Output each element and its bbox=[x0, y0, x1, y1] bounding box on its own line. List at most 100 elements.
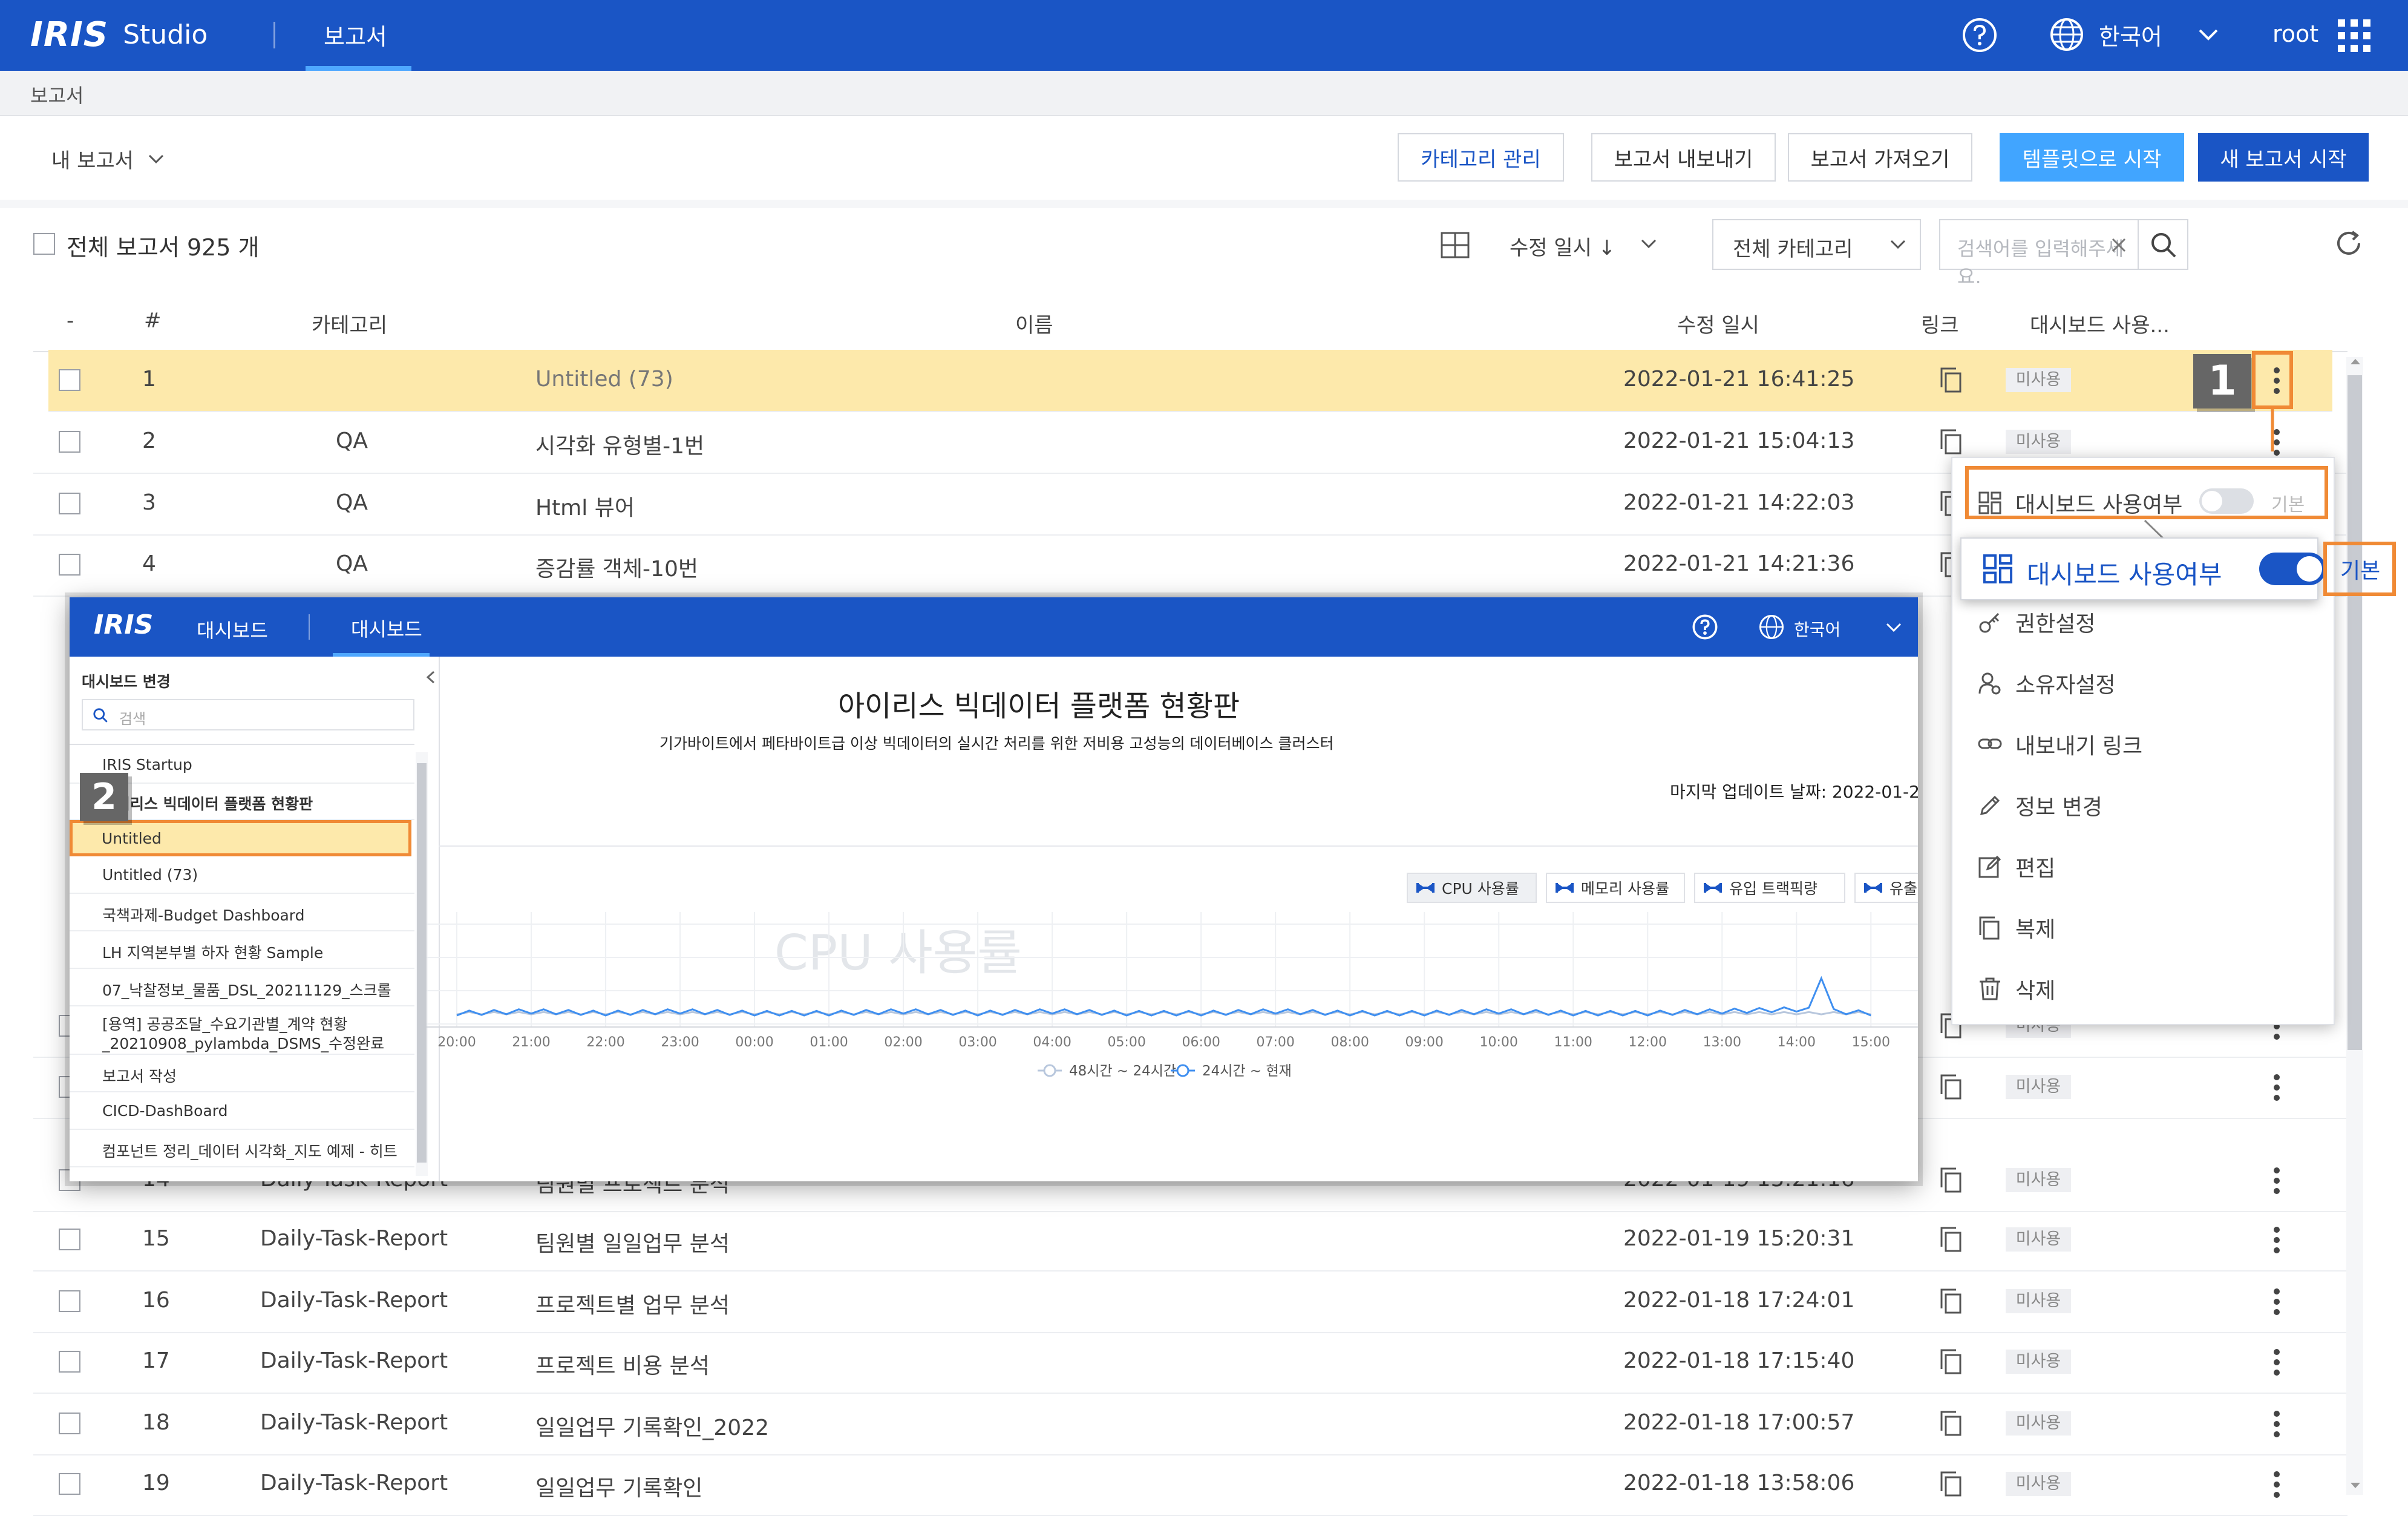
dashboard-list-item[interactable]: CICD-DashBoard bbox=[70, 1092, 414, 1130]
more-options-icon[interactable] bbox=[2272, 1166, 2282, 1196]
row-name[interactable]: 프로젝트 비용 분석 bbox=[535, 1348, 710, 1380]
user-name[interactable]: root bbox=[2272, 21, 2318, 47]
dashboard-list-item-selected[interactable]: Untitled bbox=[70, 820, 411, 856]
menu-item-export-link[interactable]: 내보내기 링크 bbox=[1978, 729, 2142, 760]
row-name[interactable]: 프로젝트별 업무 분석 bbox=[535, 1288, 730, 1319]
search-button[interactable] bbox=[2139, 219, 2188, 270]
default-label[interactable]: 기본 bbox=[2340, 553, 2380, 585]
more-options-icon[interactable] bbox=[2272, 1072, 2282, 1103]
dashboard-search-input[interactable]: 검색 bbox=[82, 699, 414, 730]
menu-item-permissions[interactable]: 권한설정 bbox=[1978, 606, 2095, 638]
collapse-panel-icon[interactable] bbox=[425, 670, 436, 684]
copy-link-icon[interactable] bbox=[1939, 367, 1963, 393]
import-report-button[interactable]: 보고서 가져오기 bbox=[1788, 133, 1972, 182]
dashboard-list-item[interactable]: LH 지역본부별 하자 현황 Sample bbox=[70, 931, 414, 969]
copy-link-icon[interactable] bbox=[1939, 1471, 1963, 1497]
chart-tab-cpu[interactable]: CPU 사용률 bbox=[1407, 873, 1537, 903]
dashboard-list-item[interactable]: 컴포넌트 정리_데이터 시각화_지도 예제 - 히트 bbox=[70, 1130, 414, 1167]
total-report-count: 전체 보고서 925 개 bbox=[67, 234, 260, 261]
menu-item-edit-info[interactable]: 정보 변경 bbox=[1978, 790, 2102, 821]
help-icon[interactable] bbox=[1960, 16, 1999, 54]
table-row[interactable]: 18 Daily-Task-Report 일일업무 기록확인_2022 2022-01… bbox=[33, 1393, 2347, 1455]
table-row[interactable]: 19 Daily-Task-Report 일일업무 기록확인 2022-01-18 1… bbox=[33, 1454, 2347, 1516]
row-name[interactable]: 팀원별 일일업무 분석 bbox=[535, 1226, 730, 1258]
more-options-icon[interactable] bbox=[2272, 1225, 2282, 1255]
table-row[interactable]: 1 Untitled (73) 2022-01-21 16:41:25 미사용 bbox=[48, 350, 2332, 412]
dashboard-list-item[interactable]: 보고서 작성 bbox=[70, 1055, 414, 1092]
row-name[interactable]: 증감률 객체-10번 bbox=[535, 551, 698, 583]
grid-view-icon[interactable] bbox=[1440, 231, 1470, 259]
x-tick-label: 02:00 bbox=[884, 1035, 922, 1050]
table-row[interactable]: 15 Daily-Task-Report 팀원별 일일업무 분석 2022-01-19… bbox=[33, 1209, 2347, 1272]
copy-link-icon[interactable] bbox=[1939, 1348, 1963, 1375]
scroll-down-icon[interactable] bbox=[2349, 1482, 2361, 1490]
row-checkbox[interactable] bbox=[59, 1229, 80, 1250]
report-scope-dropdown[interactable]: 내 보고서 bbox=[51, 144, 165, 174]
table-scroll-thumb[interactable] bbox=[2347, 375, 2362, 1050]
tab-reports[interactable]: 보고서 bbox=[306, 0, 411, 71]
dashboard-language[interactable]: 한국어 bbox=[1794, 617, 1840, 641]
row-checkbox[interactable] bbox=[59, 493, 80, 514]
language-selector[interactable]: 한국어 bbox=[2048, 16, 2162, 53]
dashboard-list-item[interactable]: 07_낙찰정보_물품_DSL_20211129_스크롤 bbox=[70, 969, 414, 1006]
export-report-button[interactable]: 보고서 내보내기 bbox=[1591, 133, 1776, 182]
row-name[interactable]: 일일업무 기록확인 bbox=[535, 1471, 702, 1502]
table-row[interactable]: 17 Daily-Task-Report 프로젝트 비용 분석 2022-01-18 … bbox=[33, 1331, 2347, 1394]
dashboard-tab[interactable]: 대시보드 bbox=[351, 614, 422, 642]
refresh-icon[interactable] bbox=[2332, 227, 2365, 260]
search-input[interactable]: 검색어를 입력해주세요. bbox=[1939, 219, 2139, 288]
more-options-icon[interactable] bbox=[2272, 1469, 2282, 1500]
row-checkbox[interactable] bbox=[59, 1473, 80, 1495]
copy-link-icon[interactable] bbox=[1939, 1167, 1963, 1193]
dashboard-toggle-on[interactable] bbox=[2259, 553, 2326, 585]
chart-tab-memory[interactable]: 메모리 사용률 bbox=[1546, 873, 1685, 903]
category-manage-button[interactable]: 카테고리 관리 bbox=[1398, 133, 1564, 182]
menu-item-owner[interactable]: 소유자설정 bbox=[1978, 668, 2116, 699]
row-checkbox[interactable] bbox=[59, 431, 80, 453]
copy-link-icon[interactable] bbox=[1939, 428, 1963, 455]
row-name[interactable]: Untitled (73) bbox=[535, 367, 673, 392]
brand-logo[interactable]: IRIS Studio bbox=[30, 13, 208, 56]
sort-dropdown[interactable]: 수정 일시 ↓ bbox=[1510, 231, 1615, 261]
copy-link-icon[interactable] bbox=[1939, 1410, 1963, 1437]
row-checkbox[interactable] bbox=[59, 369, 80, 391]
chevron-down-icon[interactable] bbox=[1640, 238, 1658, 250]
menu-item-delete[interactable]: 삭제 bbox=[1978, 973, 2055, 1005]
dashboard-list-item[interactable]: [용역] 공공조달_수요기관별_계약 현황 _20210908_pylambda… bbox=[70, 1006, 414, 1055]
globe-icon[interactable] bbox=[1758, 613, 1785, 641]
table-header: - # 카테고리 이름 수정 일시 링크 대시보드 사용... bbox=[33, 295, 2347, 352]
select-all-checkbox[interactable] bbox=[33, 233, 55, 255]
panel-scroll-thumb[interactable] bbox=[417, 763, 427, 1163]
dashboard-brand[interactable]: IRIS bbox=[94, 609, 153, 640]
more-options-icon[interactable] bbox=[2272, 1287, 2282, 1317]
copy-link-icon[interactable] bbox=[1939, 1074, 1963, 1100]
category-filter-select[interactable]: 전체 카테고리 bbox=[1712, 219, 1921, 270]
new-report-button[interactable]: 새 보고서 시작 bbox=[2198, 133, 2369, 182]
copy-link-icon[interactable] bbox=[1939, 1226, 1963, 1253]
col-modified[interactable]: 수정 일시 bbox=[1677, 309, 1759, 338]
table-row[interactable]: 16 Daily-Task-Report 프로젝트별 업무 분석 2022-01-18… bbox=[33, 1271, 2347, 1333]
chevron-down-icon[interactable] bbox=[1885, 622, 1903, 634]
menu-item-edit[interactable]: 편집 bbox=[1978, 851, 2055, 882]
help-icon[interactable] bbox=[1691, 613, 1719, 641]
more-options-icon[interactable] bbox=[2272, 1347, 2282, 1377]
chart-tab-outbound-traffic[interactable]: 유출 bbox=[1854, 873, 1918, 903]
row-name[interactable]: Html 뷰어 bbox=[535, 490, 635, 522]
dashboard-list-item[interactable]: Untitled (73) bbox=[70, 856, 414, 894]
chevron-down-icon[interactable] bbox=[2196, 25, 2220, 44]
row-checkbox[interactable] bbox=[59, 1413, 80, 1434]
row-checkbox[interactable] bbox=[59, 1290, 80, 1312]
dashboard-list-item[interactable]: 국책과제-Budget Dashboard bbox=[70, 894, 414, 931]
row-name[interactable]: 일일업무 기록확인_2022 bbox=[535, 1410, 769, 1442]
copy-link-icon[interactable] bbox=[1939, 1288, 1963, 1314]
row-name[interactable]: 시각화 유형별-1번 bbox=[535, 428, 704, 460]
row-checkbox[interactable] bbox=[59, 1351, 80, 1373]
row-checkbox[interactable] bbox=[59, 554, 80, 576]
chart-tab-inbound-traffic[interactable]: 유입 트랙픽량 bbox=[1694, 873, 1845, 903]
menu-item-duplicate[interactable]: 복제 bbox=[1978, 912, 2055, 943]
more-options-icon[interactable] bbox=[2272, 1409, 2282, 1439]
scroll-up-icon[interactable] bbox=[2349, 357, 2361, 366]
col-name[interactable]: 이름 bbox=[1015, 309, 1053, 338]
apps-grid-icon[interactable] bbox=[2337, 18, 2372, 53]
start-from-template-button[interactable]: 템플릿으로 시작 bbox=[2000, 133, 2184, 182]
